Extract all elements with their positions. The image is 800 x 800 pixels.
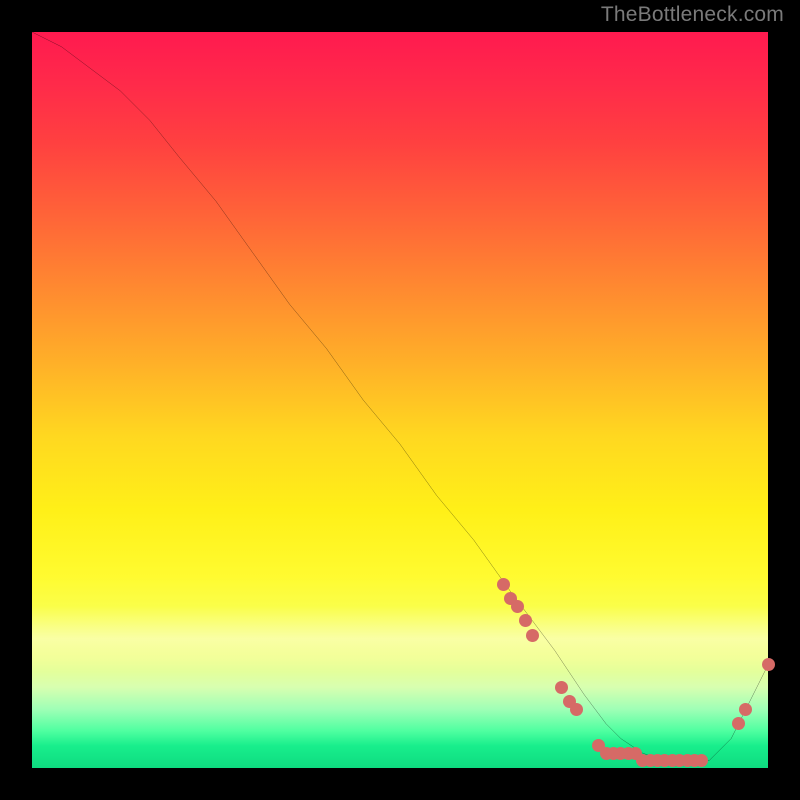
curve-svg: [32, 32, 768, 768]
bottleneck-curve: [32, 32, 768, 761]
data-point: [497, 578, 510, 591]
data-point: [519, 614, 532, 627]
data-point: [526, 629, 539, 642]
plot-area: [32, 32, 768, 768]
data-point: [511, 600, 524, 613]
data-point: [555, 681, 568, 694]
data-point: [570, 703, 583, 716]
chart-frame: TheBottleneck.com: [0, 0, 800, 800]
attribution-label: TheBottleneck.com: [601, 3, 784, 27]
data-point: [762, 658, 775, 671]
data-point: [739, 703, 752, 716]
